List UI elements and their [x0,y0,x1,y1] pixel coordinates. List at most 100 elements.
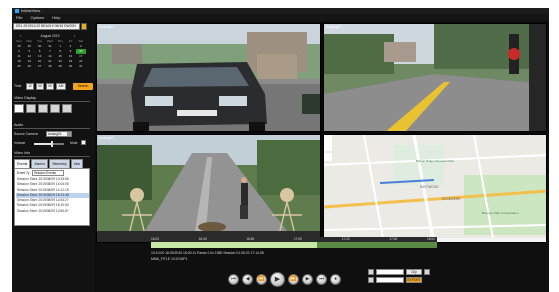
mute-checkbox[interactable] [81,140,86,145]
calendar-day[interactable]: 30 [65,64,75,69]
time-second-field[interactable]: 00 [46,83,54,90]
calendar-day[interactable]: 31 [76,64,86,69]
camera-label: Analog03 [99,136,115,140]
rewind-button[interactable]: ⏪ [256,273,267,285]
menu-bar: File Options Help [12,14,549,21]
export-button[interactable]: EXPORT [406,277,422,283]
list-item[interactable]: Session Start: 2019/08/09 13:50:57 [16,209,89,214]
app-icon [15,9,19,13]
calendar-day[interactable]: 25 [14,64,24,69]
event-type-label: Event Ty [17,171,30,175]
layout-buttons [14,104,90,114]
clip-start-icon[interactable] [368,269,374,275]
skip-forward-button[interactable]: ⏭ [316,273,327,285]
calendar-day[interactable]: 27 [35,64,45,69]
camera-1-image [97,24,320,131]
map-place-label: EDGEMERE [442,197,461,201]
map-place-label: Bishop Ridge Dinosaur Park [416,159,454,163]
camera-icon: ● [333,275,338,282]
date-field[interactable]: DEL 2019/11/10 BEACH/ 06/16 DW20H [13,23,80,30]
video-grid: Analog01 Analog02 Analog03 Bishop Ridge … [96,23,547,243]
video-info-title: Video Info [14,151,31,155]
events-list: Session Start: 2019/08/09 19:33:56 Sessio… [16,177,89,214]
time-ampm-field[interactable]: AM [56,83,66,90]
timeline[interactable]: 16:20 16:40 16:60 17:00 17:20 17:40 18:00 [151,237,437,248]
menu-help[interactable]: Help [52,14,60,21]
status-line: 10:10:00 18:09/2019 16:00:11 Pause 0.0x … [151,251,264,255]
events-panel: Event Ty Session Events Session Start: 2… [14,168,90,226]
step-forward-button[interactable]: ▶ [302,273,313,285]
camera-3-image [97,135,320,242]
audio-title: Audio [14,123,24,127]
chevron-down-icon [67,132,71,136]
map-view[interactable]: Bishop Ridge Dinosaur Park EASTWOOD EDGE… [323,134,547,243]
calendar: ‹ August 2019 › Sun Mon Tue Wed Thu Fri Sat 28 2… [14,33,86,75]
skip-back-button[interactable]: ⏮ [228,273,239,285]
timeline-tick-label: 17:20 [341,237,350,241]
divider [14,156,90,157]
left-panel: DEL 2019/11/10 BEACH/ 06/16 DW20H ‹ Augu… [12,22,94,292]
step-forward-icon: ▶ [305,275,310,282]
layout-2x2-button[interactable] [26,104,36,113]
timeline-bar[interactable] [151,242,437,248]
clip-end-icon[interactable] [368,277,374,283]
time-minute-field[interactable]: 00 [36,83,44,90]
tab-alarms[interactable]: Alarms [31,159,48,168]
fast-forward-button[interactable]: ⏩ [288,273,299,285]
timeline-tick-label: 17:40 [389,237,398,241]
tab-info[interactable]: Infor [70,159,84,168]
clip-start-field[interactable] [376,269,404,275]
menu-options[interactable]: Options [30,14,44,21]
volume-label: Volume [14,141,26,145]
folder-icon[interactable] [81,23,87,30]
calendar-grid: Sun Mon Tue Wed Thu Fri Sat 28 29 30 31 1 2 3 4 5 6 7 8 9 10… [14,39,86,69]
timeline-tick-label: 18:00 [427,237,435,241]
skip-back-icon: ⏮ [231,275,236,282]
volume-slider[interactable] [34,141,64,147]
map-place-label: Bromley Park Conservation [482,211,519,215]
layout-1x1-button[interactable] [14,104,24,113]
fast-forward-icon: ⏩ [290,275,297,282]
playback-controls: ⏮ ◀ ⏪ ▶ ⏩ ▶ ⏭ ● [228,267,364,291]
play-button[interactable]: ▶ [270,271,285,287]
camera-view-2[interactable]: Analog02 [323,23,547,132]
layout-3x3-button[interactable] [38,104,48,113]
volume-fill [34,143,52,145]
skip-forward-icon: ⏭ [319,275,324,282]
camera-2-image [324,24,546,131]
menu-file[interactable]: File [16,14,22,21]
step-back-icon: ◀ [245,275,250,282]
step-back-button[interactable]: ◀ [242,273,253,285]
timeline-tick-label: 17:00 [294,237,302,241]
camera-view-1[interactable]: Analog01 [96,23,321,132]
calendar-day[interactable]: 29 [55,64,65,69]
map-place-label: EASTWOOD [420,185,439,189]
rewind-icon: ⏪ [258,275,265,282]
camera-view-3[interactable]: Analog03 [96,134,321,243]
time-hour-field[interactable]: 12 [26,83,34,90]
time-label: Time [14,84,22,88]
timeline-progress [151,242,317,248]
layout-1plus5-button[interactable] [50,104,60,113]
audio-source-label: Source Camera [14,132,38,136]
calendar-day[interactable]: 26 [24,64,34,69]
tab-telemetry[interactable]: Telemetry [48,159,70,168]
status-line: MMA_FITLE 10:20 MP1 [151,257,188,261]
divider [14,101,90,102]
mute-label: Mute [70,141,78,145]
timeline-tick-label: 16:40 [198,237,207,241]
play-icon: ▶ [274,275,281,283]
audio-source-select[interactable]: Analog01 [46,131,72,137]
time-row: Time 12 00 00 AM Search [14,83,93,91]
event-type-select[interactable]: Session Events [32,170,64,176]
calendar-day[interactable]: 28 [45,64,55,69]
volume-knob[interactable] [51,141,53,147]
application-window: fvMaxView File Options Help DEL 2019/11/… [12,8,549,292]
snapshot-button[interactable]: ● [330,273,341,285]
folder-icon[interactable] [424,269,430,275]
layout-4x4-button[interactable] [62,104,72,113]
clip-end-field[interactable] [376,277,404,283]
tab-events[interactable]: Events [14,159,31,168]
search-button[interactable]: Search [73,83,93,90]
clip-button[interactable]: Clip [406,269,422,275]
